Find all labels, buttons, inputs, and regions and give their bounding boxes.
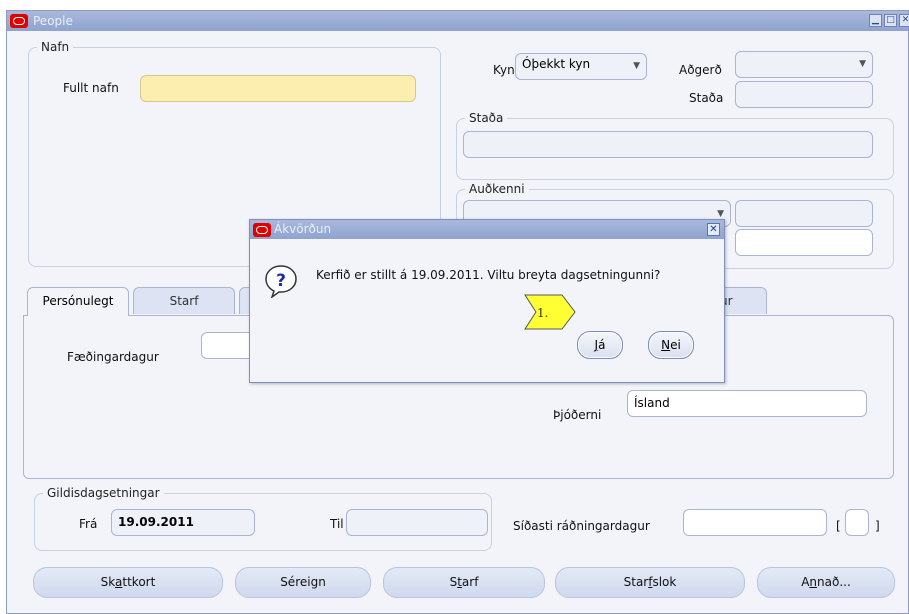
nationality-field[interactable]: Ísland xyxy=(627,390,867,417)
annad-mnemonic: n xyxy=(809,575,818,589)
full-name-field[interactable] xyxy=(140,75,416,102)
full-name-label: Fullt nafn xyxy=(63,81,119,95)
bracket-checkbox-field[interactable] xyxy=(845,509,869,536)
starfslok-button[interactable]: Starfslok xyxy=(555,567,745,598)
starf-label-b: arf xyxy=(461,575,479,589)
action-select[interactable]: ▼ xyxy=(735,51,873,78)
starfslok-label-b: slok xyxy=(652,575,677,589)
identifier-field-2[interactable] xyxy=(735,229,873,256)
action-label: Aðgerð xyxy=(679,63,722,77)
sereign-label: Séreign xyxy=(280,575,326,589)
close-icon[interactable]: ✕ xyxy=(899,14,909,27)
oracle-logo-icon xyxy=(253,223,271,237)
starf-button[interactable]: Starf xyxy=(383,567,545,598)
chevron-down-icon: ▼ xyxy=(717,209,724,219)
identifier-field-1[interactable] xyxy=(735,200,873,227)
yes-label: á xyxy=(598,338,606,352)
question-icon: ? xyxy=(265,265,297,298)
window-title: People xyxy=(33,14,73,28)
decision-dialog: Ákvörðun ✕ ? Kerfið er stillt á 19.09.20… xyxy=(249,219,725,383)
from-label: Frá xyxy=(79,517,98,531)
window-titlebar[interactable]: People ▁ □ ✕ xyxy=(7,11,909,31)
skattkort-label-b: ttkort xyxy=(122,575,156,589)
bracket-open: [ xyxy=(836,519,841,533)
svg-text:?: ? xyxy=(276,271,286,291)
dialog-close-icon[interactable]: ✕ xyxy=(707,223,720,236)
annad-label-b: nað... xyxy=(817,575,851,589)
status-top-label: Staða xyxy=(689,91,724,105)
skattkort-label-a: Sk xyxy=(100,575,116,589)
chevron-down-icon: ▼ xyxy=(859,59,866,69)
sereign-button[interactable]: Séreign xyxy=(235,567,371,598)
starfslok-label-a: Star xyxy=(623,575,649,589)
dialog-title: Ákvörðun xyxy=(274,222,332,236)
chevron-down-icon: ▼ xyxy=(633,61,640,71)
identifier-group-legend: Auðkenni xyxy=(465,182,529,196)
dialog-message: Kerfið er stillt á 19.09.2011. Viltu bre… xyxy=(316,268,661,282)
no-mnemonic: N xyxy=(661,338,671,352)
no-button[interactable]: Nei xyxy=(648,331,694,359)
status-field[interactable] xyxy=(463,131,873,158)
last-hire-date-field[interactable] xyxy=(683,509,827,536)
gender-label: Kyn xyxy=(493,63,515,77)
name-group-legend: Nafn xyxy=(37,40,74,54)
skattkort-button[interactable]: Skattkort xyxy=(33,567,223,598)
gender-value: Óþekkt kyn xyxy=(522,57,591,71)
annad-button[interactable]: Annað... xyxy=(757,567,895,598)
birthdate-label: Fæðingardagur xyxy=(67,350,159,364)
no-label: ei xyxy=(670,338,681,352)
last-hire-date-label: Síðasti ráðningardagur xyxy=(513,519,650,533)
status-group-legend: Staða xyxy=(465,111,508,125)
callout-step-number: 1. xyxy=(537,306,549,320)
to-label: Til xyxy=(330,517,344,531)
maximize-icon[interactable]: □ xyxy=(884,14,897,27)
validity-dates-legend: Gildisdagsetningar xyxy=(43,486,164,500)
bracket-close: ] xyxy=(875,519,880,533)
callout-arrow-icon xyxy=(524,294,576,330)
from-date-field[interactable]: 19.09.2011 xyxy=(111,509,255,536)
dialog-titlebar[interactable]: Ákvörðun ✕ xyxy=(250,220,724,239)
minimize-icon[interactable]: ▁ xyxy=(869,14,882,27)
to-date-field[interactable] xyxy=(346,509,488,536)
oracle-logo-icon xyxy=(10,14,28,28)
tab-personulegt[interactable]: Persónulegt xyxy=(27,287,129,316)
tab-starf[interactable]: Starf xyxy=(133,287,235,314)
status-top-field[interactable] xyxy=(735,81,873,108)
gender-select[interactable]: Óþekkt kyn ▼ xyxy=(515,53,647,80)
yes-button[interactable]: Já xyxy=(577,331,623,359)
nationality-label: Þjóðerni xyxy=(553,408,602,422)
